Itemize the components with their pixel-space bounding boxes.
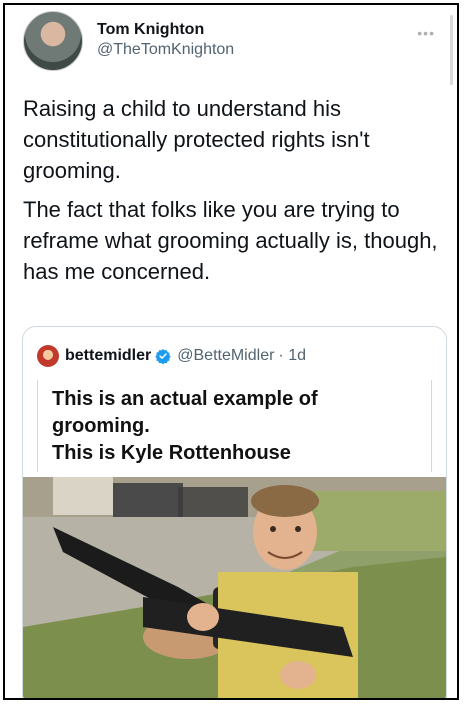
author-display-name[interactable]: Tom Knighton	[97, 21, 234, 39]
more-options-icon[interactable]: •••	[417, 25, 435, 41]
quoted-avatar[interactable]	[37, 345, 59, 367]
author-handle[interactable]: @TheTomKnighton	[97, 41, 234, 59]
tweet-card: ••• Tom Knighton @TheTomKnighton Raising…	[3, 3, 459, 700]
tweet-paragraph-2: The fact that folks like you are trying …	[23, 197, 438, 284]
quoted-tweet[interactable]: bettemidler @BetteMidler · 1d This is an…	[22, 326, 447, 700]
caption-line-2: grooming.	[52, 415, 150, 437]
quoted-image-caption: This is an actual example of grooming. T…	[37, 380, 432, 472]
avatar[interactable]	[23, 11, 83, 71]
quoted-tweet-header: bettemidler @BetteMidler · 1d	[37, 345, 306, 367]
quoted-handle[interactable]: @BetteMidler	[177, 347, 274, 365]
author-info: Tom Knighton @TheTomKnighton	[97, 21, 234, 59]
verified-badge-icon	[155, 349, 171, 364]
quoted-photo[interactable]	[23, 477, 446, 700]
scrollbar[interactable]	[450, 15, 453, 85]
caption-line-1: This is an actual example of	[52, 388, 318, 410]
tweet-paragraph-1: Raising a child to understand his consti…	[23, 96, 370, 183]
caption-line-3: This is Kyle Rottenhouse	[52, 442, 291, 464]
quoted-timestamp[interactable]: · 1d	[278, 347, 306, 365]
tweet-body: Raising a child to understand his consti…	[23, 93, 443, 295]
tweet-header: Tom Knighton @TheTomKnighton	[23, 11, 234, 71]
quoted-display-name[interactable]: bettemidler	[65, 347, 151, 365]
